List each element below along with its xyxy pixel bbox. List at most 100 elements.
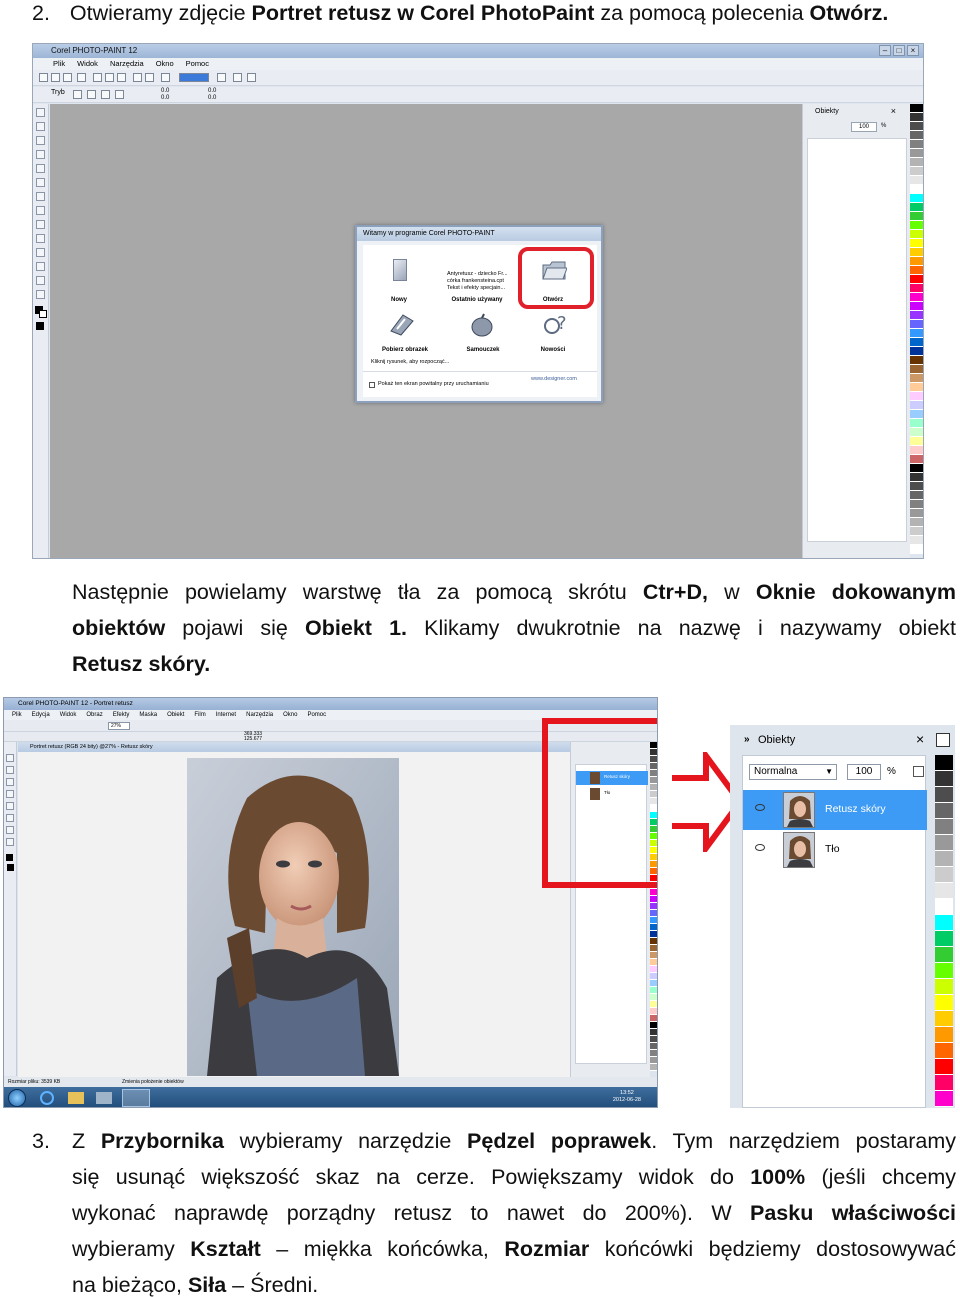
value-field-3[interactable]: 0.0 (208, 88, 216, 94)
palette-swatch[interactable] (910, 401, 923, 410)
palette-swatch[interactable] (650, 1036, 657, 1043)
palette-swatch[interactable] (650, 931, 657, 938)
tool-zoom-icon[interactable] (36, 150, 45, 159)
palette-swatch[interactable] (935, 1027, 953, 1043)
palette-swatch[interactable] (910, 347, 923, 356)
undo-icon[interactable] (133, 73, 142, 82)
tool-paint-icon[interactable] (6, 838, 14, 846)
palette-swatch[interactable] (935, 947, 953, 963)
palette-swatch[interactable] (650, 966, 657, 973)
palette-swatch[interactable] (935, 1075, 953, 1091)
recent-label[interactable]: Ostatnio używany (447, 297, 507, 303)
palette-swatch[interactable] (910, 230, 923, 239)
value-field-1[interactable]: 0.0 (161, 88, 169, 94)
palette-swatch[interactable] (650, 1029, 657, 1036)
cut-icon[interactable] (93, 73, 102, 82)
tool-pick-icon[interactable] (6, 754, 14, 762)
mirror-icon[interactable] (115, 90, 124, 99)
tool-text-icon[interactable] (36, 276, 45, 285)
acquire-label[interactable]: Pobierz obrazek (375, 347, 435, 353)
tool-pick-icon[interactable] (36, 108, 45, 117)
palette-swatch[interactable] (650, 917, 657, 924)
palette-swatch[interactable] (650, 910, 657, 917)
print-icon[interactable] (77, 73, 86, 82)
rotate-icon[interactable] (87, 90, 96, 99)
palette-swatch[interactable] (650, 1015, 657, 1022)
paste-icon[interactable] (117, 73, 126, 82)
foreground-color-swatch[interactable] (6, 854, 13, 861)
tool-mask-icon[interactable] (6, 766, 14, 774)
menu-item[interactable]: Film (194, 710, 205, 720)
menu-item[interactable]: Plik (12, 710, 22, 720)
palette-swatch[interactable] (650, 1022, 657, 1029)
menu-item[interactable]: Obiekt (167, 710, 184, 720)
apple-icon[interactable] (471, 313, 493, 337)
palette-swatch[interactable] (650, 959, 657, 966)
palette-swatch[interactable] (910, 473, 923, 482)
fill-color-swatch[interactable] (36, 322, 44, 330)
palette-swatch[interactable] (910, 392, 923, 401)
help-question-icon[interactable]: ? (543, 311, 569, 337)
docker-close-icon[interactable]: × (891, 106, 896, 116)
copy-icon[interactable] (105, 73, 114, 82)
palette-swatch[interactable] (935, 899, 953, 915)
app-icon[interactable] (96, 1092, 112, 1104)
layer-name[interactable]: Retusz skóry (825, 802, 886, 816)
menu-item[interactable]: Edycja (32, 710, 50, 720)
palette-swatch[interactable] (910, 365, 923, 374)
palette-swatch[interactable] (910, 509, 923, 518)
palette-swatch[interactable] (935, 1059, 953, 1075)
palette-swatch[interactable] (910, 194, 923, 203)
palette-swatch[interactable] (935, 803, 953, 819)
layer-name[interactable]: Tło (825, 842, 840, 856)
recent-item-1[interactable]: Antyretusz - dziecko Fr... (447, 271, 508, 278)
palette-swatch[interactable] (910, 374, 923, 383)
palette-swatch[interactable] (650, 1001, 657, 1008)
objects-list[interactable] (807, 138, 907, 542)
palette-swatch[interactable] (935, 851, 953, 867)
palette-swatch[interactable] (910, 203, 923, 212)
palette-swatch[interactable] (910, 446, 923, 455)
tool-fill-icon[interactable] (36, 262, 45, 271)
maximize-icon[interactable]: □ (893, 45, 905, 56)
app-launcher-icon[interactable] (247, 73, 256, 82)
tool-clone-icon[interactable] (6, 826, 14, 834)
palette-swatch[interactable] (935, 915, 953, 931)
palette-swatch[interactable] (910, 329, 923, 338)
value-field-4[interactable]: 0.0 (208, 95, 216, 101)
palette-swatch[interactable] (910, 320, 923, 329)
blend-mode-select[interactable]: Normalna ▼ (749, 764, 837, 780)
save-icon[interactable] (63, 73, 72, 82)
palette-swatch[interactable] (910, 500, 923, 509)
tool-eraser-icon[interactable] (6, 814, 14, 822)
palette-swatch[interactable] (650, 987, 657, 994)
palette-swatch[interactable] (650, 980, 657, 987)
color-palette[interactable] (910, 104, 923, 558)
layer-row-tlo[interactable]: Tło (743, 830, 927, 870)
redo-icon[interactable] (145, 73, 154, 82)
palette-swatch[interactable] (650, 889, 657, 896)
palette-swatch[interactable] (910, 455, 923, 464)
palette-swatch[interactable] (910, 545, 923, 554)
menu-item-plik[interactable]: Plik (53, 58, 65, 70)
menu-item-okno[interactable]: Okno (156, 58, 174, 70)
corel-taskbar-button[interactable] (122, 1089, 150, 1107)
palette-swatch[interactable] (910, 167, 923, 176)
menu-item[interactable]: Okno (283, 710, 297, 720)
menu-item-widok[interactable]: Widok (77, 58, 98, 70)
hand-icon[interactable] (233, 73, 242, 82)
palette-swatch[interactable] (910, 518, 923, 527)
new-document-icon[interactable] (393, 259, 407, 281)
palette-swatch[interactable] (935, 1043, 953, 1059)
menu-item[interactable]: Widok (60, 710, 77, 720)
palette-swatch[interactable] (910, 239, 923, 248)
palette-swatch[interactable] (910, 311, 923, 320)
palette-swatch[interactable] (910, 248, 923, 257)
palette-swatch[interactable] (910, 221, 923, 230)
palette-swatch[interactable] (935, 979, 953, 995)
new-label[interactable]: Nowy (369, 297, 429, 303)
menu-item[interactable]: Maska (139, 710, 157, 720)
palette-swatch[interactable] (910, 131, 923, 140)
value-field-2[interactable]: 0.0 (161, 95, 169, 101)
palette-swatch[interactable] (650, 952, 657, 959)
